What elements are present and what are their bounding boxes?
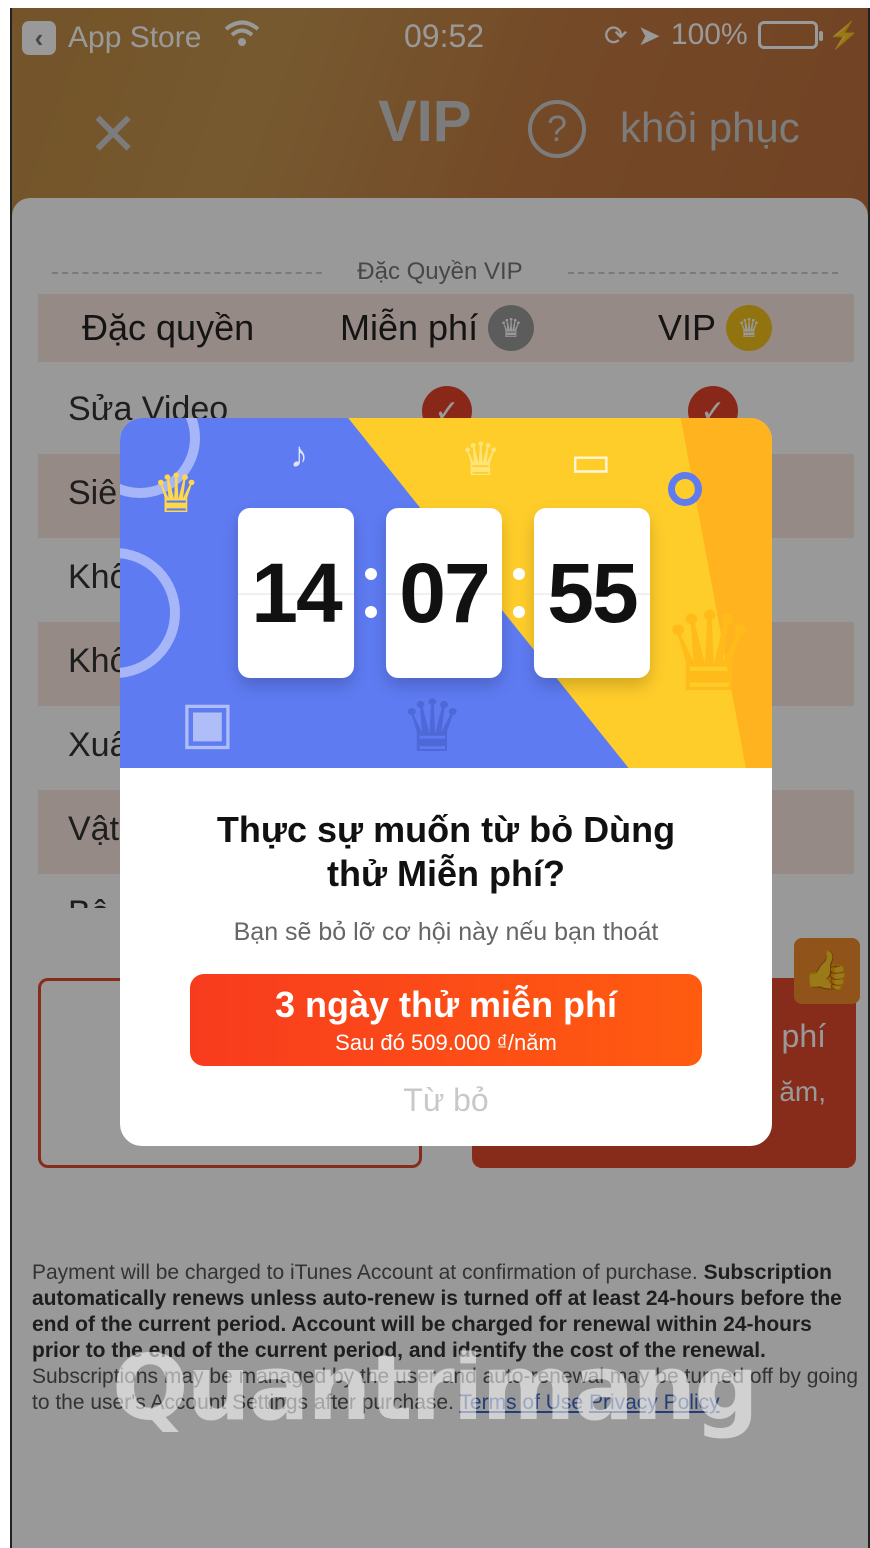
- video-icon: ▭: [570, 437, 612, 486]
- ring-decoration: [668, 472, 702, 506]
- dialog-title: Thực sự muốn từ bỏ Dùng thử Miễn phí?: [216, 809, 676, 894]
- exit-offer-dialog: ♛ ♛ ♛ ♛ ♪ ▭ ▣ 14 07 55 Thực sự muốn từ b…: [120, 418, 772, 1146]
- ring-decoration: [120, 548, 180, 678]
- dialog-subtitle: Bạn sẽ bỏ lỡ cơ hội này nếu bạn thoát: [233, 918, 659, 946]
- countdown-minutes: 07: [386, 508, 502, 678]
- countdown-seconds: 55: [534, 508, 650, 678]
- countdown-separator: [365, 568, 377, 618]
- decline-button[interactable]: Từ bỏ: [120, 1082, 772, 1119]
- crown-icon: ♛: [152, 464, 201, 524]
- crown-icon: ♛: [460, 433, 502, 485]
- crown-icon: ♛: [660, 591, 759, 714]
- countdown-separator: [513, 568, 525, 618]
- start-free-trial-button[interactable]: 3 ngày thử miễn phí Sau đó 509.000 ₫/năm: [190, 974, 702, 1066]
- music-note-icon: ♪: [290, 434, 308, 475]
- watermark: Quantrimang: [112, 1336, 759, 1441]
- countdown-banner: ♛ ♛ ♛ ♛ ♪ ▭ ▣ 14 07 55: [120, 418, 772, 768]
- trial-button-label: 3 ngày thử miễn phí: [274, 984, 618, 1025]
- countdown-hours: 14: [238, 508, 354, 678]
- photo-icon: ▣: [180, 690, 235, 755]
- crown-icon: ♛: [400, 687, 465, 767]
- trial-button-price: Sau đó 509.000 ₫/năm: [335, 1030, 557, 1055]
